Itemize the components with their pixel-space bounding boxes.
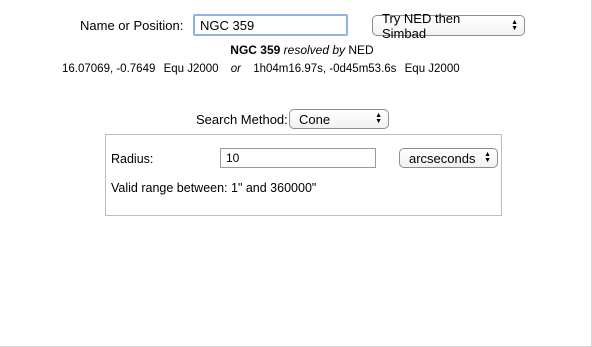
radius-label: Radius: [111, 152, 154, 166]
resolved-status: NGC 359 resolved by NED [0, 43, 592, 57]
page: Name or Position: Try NED then Simbad ▲▼… [0, 0, 592, 347]
name-or-position-label: Name or Position: [80, 18, 184, 33]
name-or-position-input[interactable] [193, 14, 348, 36]
search-method-select[interactable]: Cone ▲ ▼ [289, 109, 389, 129]
resolved-coordinates: 16.07069, -0.7649 Equ J2000 or 1h04m16.9… [62, 63, 460, 75]
radius-input[interactable] [220, 148, 376, 168]
resolved-object: NGC 359 [230, 43, 281, 57]
valid-range-text: Valid range between: 1" and 360000" [111, 181, 317, 195]
search-method-value: Cone [299, 111, 331, 127]
resolver-select-value: Try NED then Simbad [382, 10, 461, 41]
up-down-arrows-icon: ▲ ▼ [484, 151, 491, 164]
resolver-select[interactable]: Try NED then Simbad ▲ ▼ [372, 11, 525, 41]
resolved-service: NED [348, 43, 374, 57]
decimal-coords: 16.07069, -0.7649 [62, 63, 156, 75]
up-down-arrows-icon: ▲ ▼ [511, 18, 518, 32]
radius-units-value: arcseconds [409, 150, 476, 166]
search-method-label: Search Method: [196, 112, 288, 127]
sexagesimal-coords: 1h04m16.97s, -0d45m53.6s [253, 63, 397, 75]
sexagesimal-frame: Equ J2000 [404, 63, 460, 75]
or-text: or [230, 63, 241, 75]
up-down-arrows-icon: ▲ ▼ [375, 112, 382, 125]
cone-search-panel: Radius: arcseconds ▲▼ Valid range betwee… [105, 134, 502, 216]
decimal-frame: Equ J2000 [163, 63, 219, 75]
resolved-by-text: resolved by [283, 43, 346, 57]
radius-units-select[interactable]: arcseconds ▲ ▼ [399, 148, 498, 168]
